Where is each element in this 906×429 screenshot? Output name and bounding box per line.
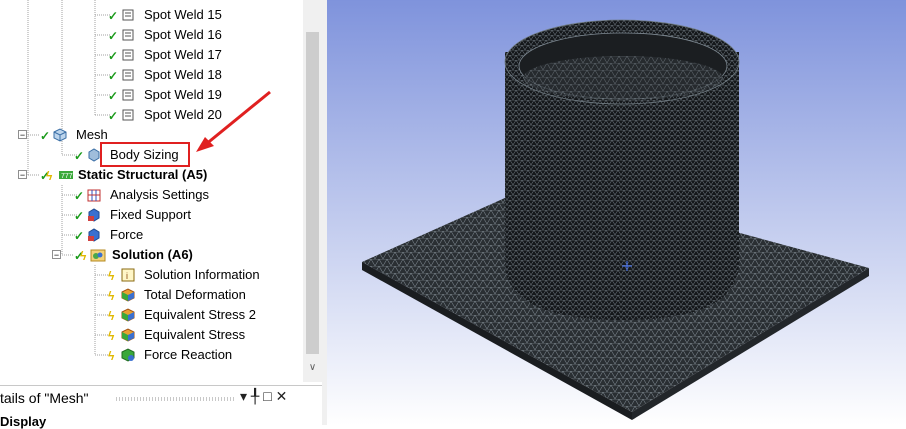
tree-item-label: Spot Weld 15 [144, 7, 222, 22]
tree-item-label: Fixed Support [110, 207, 191, 222]
lightning-icon: ϟ [108, 349, 115, 363]
tree-item-label: Spot Weld 19 [144, 87, 222, 102]
cylinder-inner-wall [523, 56, 723, 100]
lightning-icon: ϟ [46, 169, 53, 183]
lightning-icon: ϟ [108, 329, 115, 343]
tree-item-label: Equivalent Stress 2 [144, 307, 257, 322]
tree-item-label: Spot Weld 16 [144, 27, 222, 42]
collapse-icon[interactable]: − [18, 130, 27, 140]
scrollbar-thumb[interactable] [306, 32, 319, 354]
details-title: tails of "Mesh" [0, 390, 89, 406]
result-icon [121, 328, 135, 342]
check-icon: ✓ [74, 189, 85, 203]
titlebar-grip [116, 397, 234, 401]
force-reaction-icon [121, 348, 135, 362]
tree-item-label: Force [110, 227, 144, 242]
static-structural-icon: 777 [59, 171, 73, 180]
details-display-header: Display [0, 414, 47, 429]
highlight-box [100, 142, 190, 167]
collapse-icon[interactable]: − [52, 250, 61, 260]
tree-item-label: Spot Weld 20 [144, 107, 222, 122]
check-icon: ✓ [74, 149, 85, 163]
tree-item-label: Spot Weld 18 [144, 67, 222, 82]
scroll-down-icon[interactable]: ∨ [307, 362, 318, 374]
analysis-settings-icon [87, 189, 101, 202]
force-icon [88, 228, 100, 242]
tree-item-label: Spot Weld 17 [144, 47, 222, 62]
collapse-icon[interactable]: − [18, 170, 27, 180]
outline-tree: ✓ Spot Weld 15 ✓ Spot Weld 16 ✓ Spot Wel… [0, 0, 322, 382]
lightning-icon: ϟ [108, 269, 115, 283]
spot-weld-icon [122, 69, 134, 81]
details-panel: tails of "Mesh" ▾ ╀ □ ✕ Display [0, 385, 322, 429]
mesh-model[interactable] [327, 0, 906, 425]
check-icon: ✓ [108, 49, 119, 63]
spot-weld-icon [122, 49, 134, 61]
tree-item-label: Solution (A6) [112, 247, 193, 262]
graphics-viewport[interactable] [327, 0, 906, 425]
check-icon: ✓ [108, 69, 119, 83]
tree-item-label: Total Deformation [144, 287, 246, 302]
check-icon: ✓ [74, 229, 85, 243]
result-icon [121, 308, 135, 322]
check-icon: ✓ [74, 209, 85, 223]
tree-item-label: Solution Information [144, 267, 260, 282]
tree-item-label: Analysis Settings [110, 187, 209, 202]
svg-text:777: 777 [61, 173, 73, 180]
solution-icon [90, 249, 106, 262]
lightning-icon: ϟ [108, 309, 115, 323]
spot-weld-icon [122, 109, 134, 121]
check-icon: ✓ [40, 129, 51, 143]
mesh-icon [53, 128, 67, 142]
tree-item-label: Equivalent Stress [144, 327, 246, 342]
lightning-icon: ϟ [108, 289, 115, 303]
details-titlebar: tails of "Mesh" ▾ ╀ □ ✕ [0, 386, 322, 410]
spot-weld-icon [122, 29, 134, 41]
solution-information-icon: i [121, 268, 135, 282]
result-icon [121, 288, 135, 302]
lightning-icon: ϟ [80, 249, 87, 263]
svg-text:i: i [126, 271, 128, 281]
tree-item-label: Force Reaction [144, 347, 233, 362]
spot-weld-icon [122, 89, 134, 101]
check-icon: ✓ [108, 109, 119, 123]
check-icon: ✓ [108, 29, 119, 43]
spot-weld-icon [122, 9, 134, 21]
tree-scrollbar[interactable]: ∨ [303, 0, 322, 382]
tree-item-label: Static Structural (A5) [78, 167, 208, 182]
pin-icon[interactable]: ▾ ╀ □ ✕ [240, 388, 287, 405]
fixed-support-icon [88, 208, 100, 222]
check-icon: ✓ [108, 9, 119, 23]
check-icon: ✓ [108, 89, 119, 103]
